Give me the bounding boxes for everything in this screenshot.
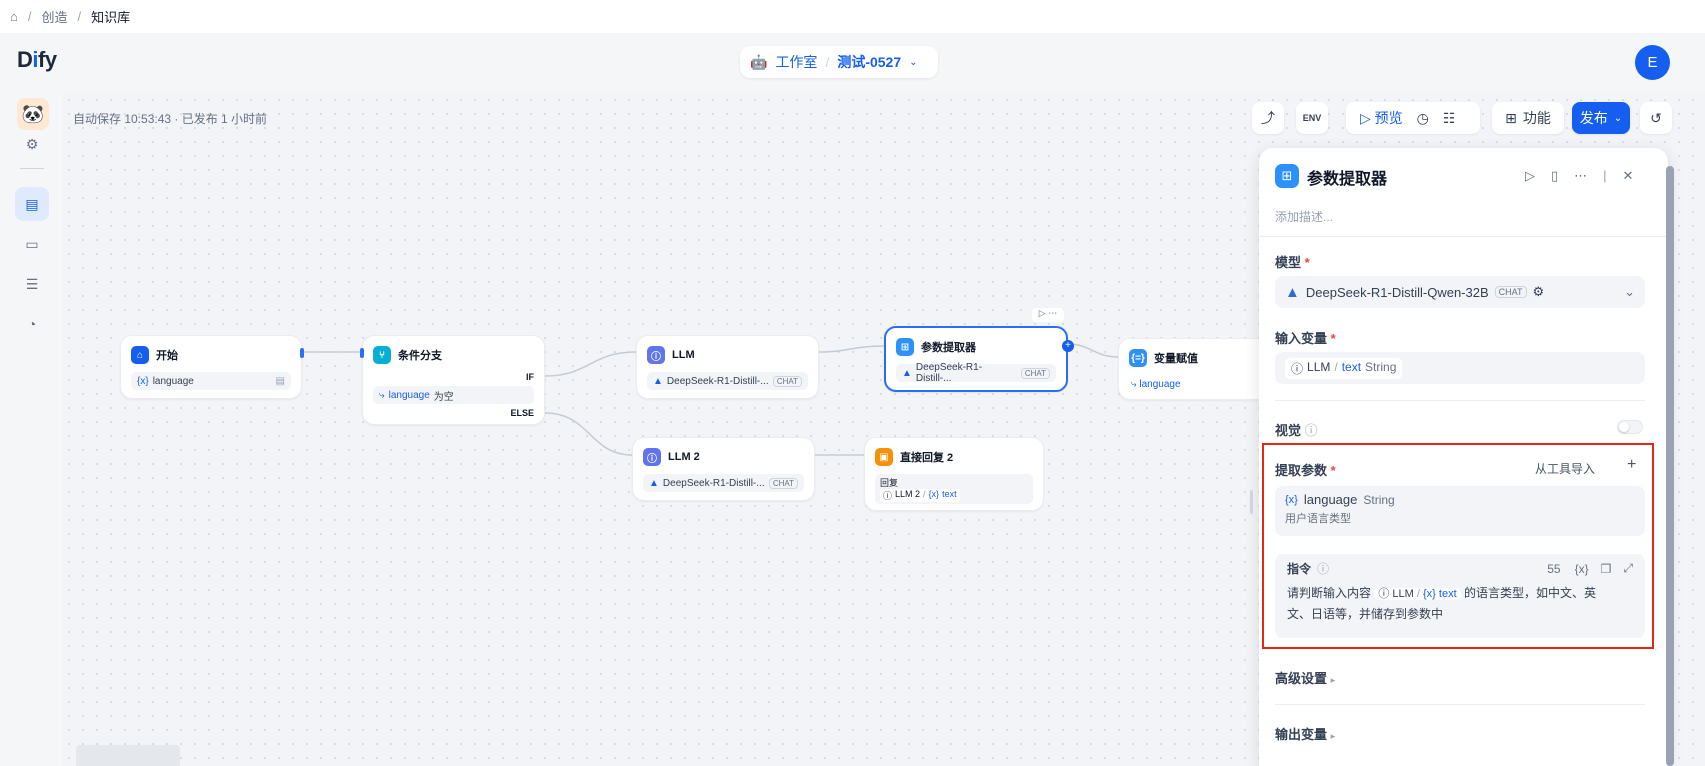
reply-src: LLM 2 [895, 489, 921, 499]
minimap[interactable] [76, 745, 180, 766]
assigner-icon: {=} [1129, 349, 1147, 367]
advanced-settings[interactable]: 高级设置 ▸ [1275, 668, 1335, 687]
more-icon[interactable]: ⋯ [1574, 168, 1587, 184]
close-icon[interactable]: ✕ [1623, 168, 1634, 184]
param-extractor-icon: ⊞ [1275, 164, 1299, 188]
input-src: LLM [1307, 359, 1331, 374]
description-input[interactable]: 添加描述... [1275, 208, 1333, 225]
add-node-plus-icon[interactable]: + [1062, 340, 1074, 352]
deepseek-icon: ▲ [653, 375, 663, 387]
node-direct-reply[interactable]: ▣ 直接回复 2 回复 ⓘ LLM 2/{x} text [864, 437, 1044, 511]
deepseek-icon: ▲ [649, 477, 659, 489]
model-name: DeepSeek-R1-Distill-... [915, 362, 983, 384]
edge-if-llm [544, 351, 637, 377]
model-name: DeepSeek-R1-Distill-... [662, 477, 765, 489]
model-tag: CHAT [772, 375, 802, 387]
node-title: 参数提取器 [921, 342, 976, 354]
panel-resize-handle[interactable] [1250, 490, 1253, 514]
variable-icon: {x} [137, 375, 149, 387]
home-icon: ⌂ [131, 346, 149, 364]
reply-icon: ▣ [875, 448, 893, 466]
node-var: language [152, 375, 194, 387]
input-port[interactable] [360, 348, 364, 358]
panel-scrollbar[interactable] [1666, 166, 1674, 766]
run-icon[interactable]: ▷ [1525, 168, 1535, 184]
edge-param-assign [1067, 343, 1119, 358]
help-book-icon[interactable]: ▯ [1551, 168, 1558, 184]
chevron-down-icon: ⌄ [1624, 284, 1635, 299]
else-label: ELSE [510, 408, 534, 418]
node-param-extractor[interactable]: ⊞ 参数提取器 ▲ DeepSeek-R1-Distill-... CHAT + [884, 326, 1074, 392]
deepseek-icon: ▲ [1285, 283, 1300, 301]
model-selector[interactable]: ▲ DeepSeek-R1-Distill-Qwen-32B CHAT ⚙ ⌄ [1275, 276, 1645, 308]
node-llm[interactable]: ⓘ LLM ▲ DeepSeek-R1-Distill-... CHAT [636, 335, 819, 399]
help-icon: ⓘ [1304, 423, 1318, 438]
node-if-else[interactable]: ⑂ 条件分支 IF ⤷ language 为空 ELSE [360, 335, 545, 425]
text-type-icon: ▤ [275, 375, 285, 387]
deepseek-icon: ▲ [902, 367, 912, 379]
llm-icon: ⓘ [883, 491, 893, 501]
branch-icon: ⑂ [373, 346, 391, 364]
model-tag: CHAT [1494, 286, 1527, 298]
node-llm2[interactable]: ⓘ LLM 2 ▲ DeepSeek-R1-Distill-... CHAT [632, 437, 815, 501]
model-tag: CHAT [1020, 367, 1050, 379]
node-title: 条件分支 [398, 350, 442, 362]
input-var-field[interactable]: ⓘ LLM / text String [1275, 352, 1645, 384]
llm-icon: ⓘ [647, 346, 665, 364]
model-params-icon[interactable]: ⚙ [1533, 284, 1545, 300]
node-title: LLM 2 [668, 451, 700, 463]
if-label: IF [526, 372, 534, 382]
cond-op: 为空 [433, 391, 454, 403]
vision-label: 视觉 ⓘ [1275, 423, 1318, 438]
param-extractor-icon: ⊞ [896, 338, 914, 356]
vision-toggle[interactable] [1617, 420, 1643, 434]
model-label: 模型 * [1275, 255, 1310, 270]
model-name: DeepSeek-R1-Distill-... [666, 375, 769, 387]
node-title: 直接回复 2 [900, 452, 954, 464]
node-start[interactable]: ⌂ 开始 {x} language ▤ [120, 335, 304, 399]
output-vars[interactable]: 输出变量 ▸ [1275, 724, 1335, 743]
assign-icon: ⤷ [379, 389, 385, 401]
model-tag: CHAT [768, 477, 798, 489]
node-title: 变量赋值 [1154, 353, 1198, 365]
node-title: 开始 [156, 350, 178, 362]
model-name: DeepSeek-R1-Distill-Qwen-32B [1305, 284, 1489, 300]
output-port[interactable] [300, 348, 304, 358]
reply-var: text [942, 489, 957, 499]
node-title: LLM [672, 349, 695, 361]
llm-icon: ⓘ [643, 448, 661, 466]
input-var: text [1341, 359, 1362, 374]
edge-else-llm2 [544, 412, 633, 456]
edge-llm-param [818, 345, 887, 353]
reply-label: 回复 [880, 478, 899, 488]
cond-var: language [388, 389, 430, 401]
node-variable-assigner[interactable]: {=} 变量赋值 ⤷ language [1118, 338, 1268, 400]
node-var: language [1139, 379, 1181, 390]
highlight-box [1262, 443, 1654, 649]
llm-icon: ⓘ [1291, 361, 1304, 376]
input-var-label: 输入变量 * [1275, 331, 1336, 346]
panel-title[interactable]: 参数提取器 [1307, 165, 1387, 189]
node-actions[interactable]: ▷ ⋯ [1032, 308, 1064, 322]
input-type: String [1365, 359, 1397, 374]
